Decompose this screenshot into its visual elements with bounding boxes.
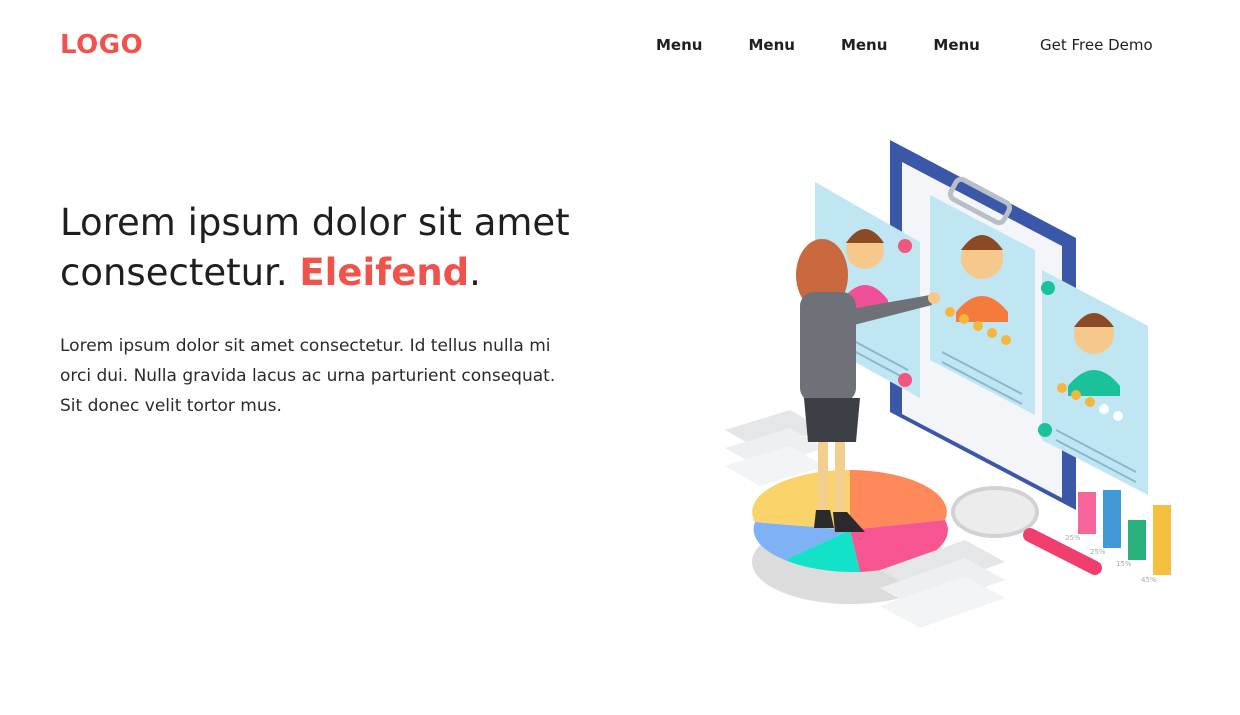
bar-label: 15%: [1116, 560, 1132, 568]
hero-description: Lorem ipsum dolor sit amet consectetur. …: [60, 336, 556, 416]
hero-title: Lorem ipsum dolor sit amet consectetur. …: [60, 198, 620, 298]
recruitment-illustration: 25% 25% 15% 45%: [725, 140, 1171, 628]
main-nav: Menu Menu Menu Menu: [656, 36, 1026, 54]
hero-title-accent: Eleifend: [299, 251, 470, 294]
nav-menu-2[interactable]: Menu: [748, 36, 794, 54]
get-free-demo-link[interactable]: Get Free Demo: [1040, 36, 1153, 54]
logo[interactable]: LOGO: [60, 30, 143, 60]
hero-title-end: .: [469, 251, 481, 294]
site-header: LOGO Menu Menu Menu Menu Get Free Demo: [0, 0, 1240, 92]
bar-label: 25%: [1065, 534, 1081, 542]
nav-menu-1[interactable]: Menu: [656, 36, 702, 54]
bar-label: 25%: [1090, 548, 1106, 556]
nav-menu-4[interactable]: Menu: [933, 36, 979, 54]
nav-menu-3[interactable]: Menu: [841, 36, 887, 54]
bar-label: 45%: [1141, 576, 1157, 584]
